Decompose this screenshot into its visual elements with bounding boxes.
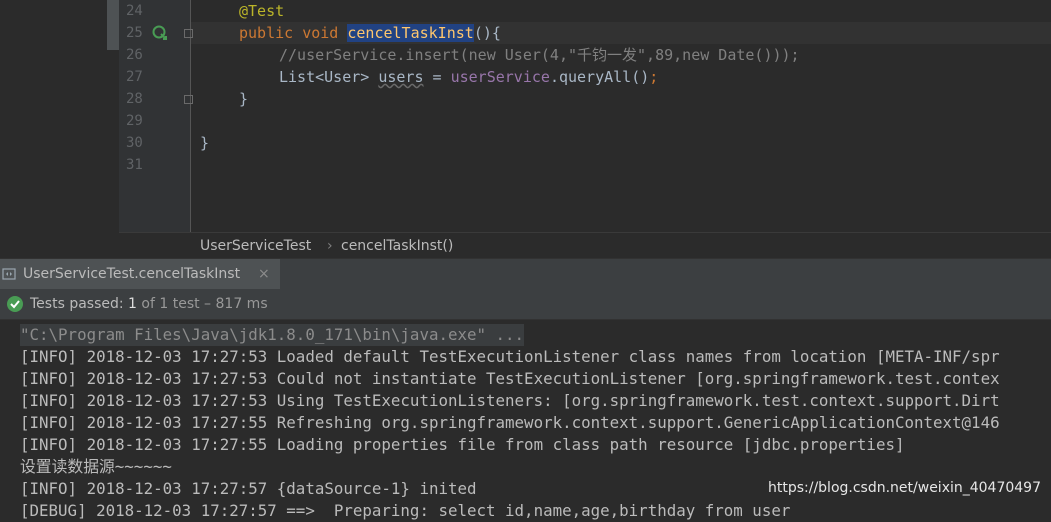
code-token: .queryAll() [549,68,650,86]
line-number: 26 [126,47,143,63]
line-number: 27 [126,69,143,85]
code-token: (){ [473,24,501,42]
run-test-icon[interactable] [152,25,168,41]
run-tab-icon [2,268,16,280]
code-token: = [423,68,451,86]
keyword-token: void [302,24,339,42]
console-line: "C:\Program Files\Java\jdk1.8.0_171\bin\… [20,324,525,346]
line-number: 31 [126,157,143,173]
code-line-30: } [200,134,210,152]
console-line: [INFO] 2018-12-03 17:27:53 Could not ins… [20,369,1000,388]
console-line: [INFO] 2018-12-03 17:27:53 Using TestExe… [20,391,1000,410]
watermark: https://blog.csdn.net/weixin_40470497 [767,480,1041,496]
code-token: List<User> [279,68,379,86]
breadcrumb: UserServiceTest › cencelTaskInst() [119,232,1051,259]
code-line-26: //userService.insert(new User(4,"千钧一发",8… [279,46,800,64]
field-token: userService [450,68,550,86]
console-line: [DEBUG] 2018-12-03 17:27:57 ==> Preparin… [20,501,791,520]
method-name-token[interactable]: cencelTaskInst [347,24,474,42]
tab-label: UserServiceTest.cencelTaskInst [23,266,241,282]
console-line: [INFO] 2018-12-03 17:27:57 {dataSource-1… [20,479,477,498]
line-number: 28 [126,91,143,107]
test-status-suffix: of 1 test – 817 ms [136,296,268,312]
code-editor[interactable]: 24 25 26 27 28 29 30 31 @Test public voi… [0,0,1051,232]
line-number: 30 [126,135,143,151]
line-number: 24 [126,3,143,19]
semicolon-token: ; [649,68,659,86]
breadcrumb-class[interactable]: UserServiceTest [200,233,311,259]
scroll-marker[interactable] [107,0,119,50]
test-status-text: Tests passed: 1 of 1 test – 817 ms [30,289,268,319]
code-line-28: } [239,90,249,108]
breadcrumb-separator: › [327,238,333,254]
breadcrumb-method[interactable]: cencelTaskInst() [341,233,453,259]
keyword-token: public [239,24,294,42]
run-tool-window-tabs: UserServiceTest.cencelTaskInst × [0,258,1051,290]
tab-run-config[interactable]: UserServiceTest.cencelTaskInst × [0,259,280,289]
test-pass-count: 1 [128,296,137,312]
code-line-24: @Test [239,0,284,22]
line-number: 29 [126,113,143,129]
fold-icon[interactable] [184,29,193,38]
console-line: [INFO] 2018-12-03 17:27:55 Loading prope… [20,435,905,454]
variable-token: users [378,68,424,86]
console-line: [INFO] 2018-12-03 17:27:55 Refreshing or… [20,413,1000,432]
annotation-token: @Test [239,2,285,20]
console-line: [INFO] 2018-12-03 17:27:53 Loaded defaul… [20,347,1000,366]
code-line-27: List<User> users = userService.queryAll(… [279,66,658,88]
close-tab-icon[interactable]: × [258,259,270,289]
fold-icon[interactable] [184,95,193,104]
line-number: 25 [126,25,143,41]
test-passed-icon [7,296,23,312]
console-line: 设置读数据源~~~~~~ [20,457,172,476]
test-status-bar: Tests passed: 1 of 1 test – 817 ms [0,289,1051,320]
left-panel-edge [0,0,107,232]
test-status-prefix: Tests passed: [30,296,129,312]
code-line-25: public void cencelTaskInst(){ [239,22,501,44]
